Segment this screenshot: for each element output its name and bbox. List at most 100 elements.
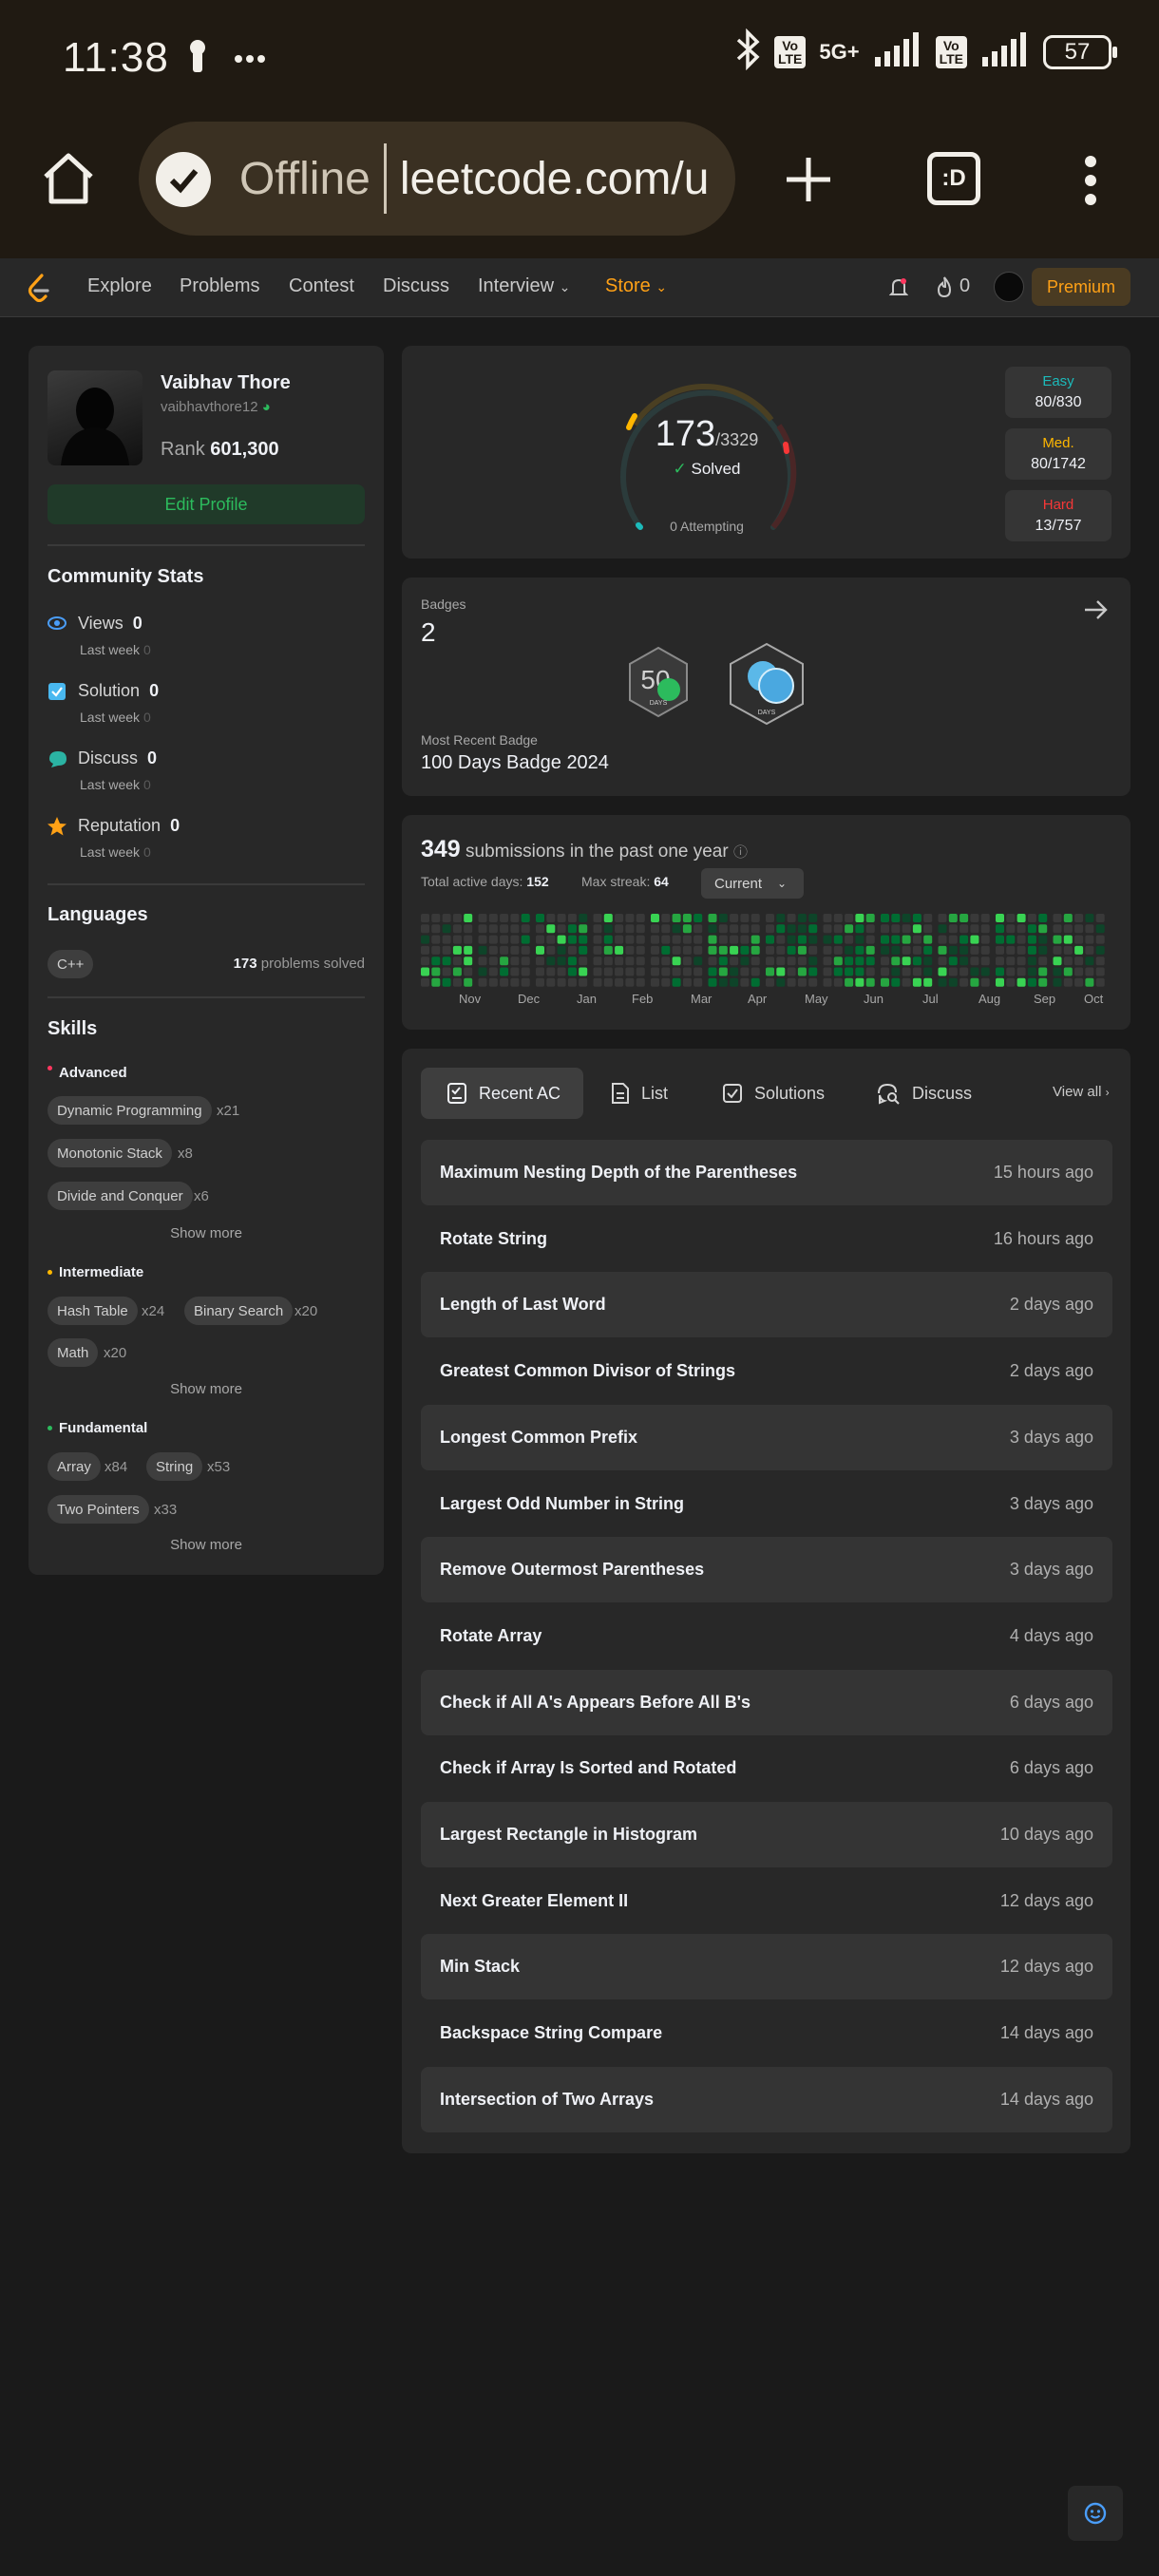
- tab-solutions[interactable]: Solutions: [722, 1068, 825, 1119]
- heatmap-cell: [845, 924, 854, 934]
- easy-label: Easy: [1042, 373, 1074, 389]
- avatar[interactable]: [994, 272, 1024, 302]
- heatmap-cell: [1063, 924, 1073, 934]
- skill-tag[interactable]: Dynamic Programming: [48, 1096, 212, 1125]
- heatmap-cell: [1074, 967, 1084, 976]
- skill-tag[interactable]: Hash Table: [48, 1297, 138, 1325]
- recent-ac-row[interactable]: Min Stack 12 days ago: [421, 1934, 1112, 2000]
- badge-50-sub: DAYS: [650, 700, 668, 707]
- difficulty-medium[interactable]: Med. 80/1742: [1005, 428, 1112, 480]
- skill-tag[interactable]: Array: [48, 1452, 101, 1481]
- menu-kebab-icon[interactable]: [1081, 154, 1100, 212]
- recent-ac-row[interactable]: Longest Common Prefix 3 days ago: [421, 1404, 1112, 1470]
- recent-ac-row[interactable]: Largest Rectangle in Histogram 10 days ag…: [421, 1802, 1112, 1867]
- feedback-button[interactable]: [1068, 2486, 1123, 2541]
- recent-ac-time: 15 hours ago: [993, 1163, 1093, 1182]
- heatmap-cell: [488, 914, 498, 922]
- edit-profile-button[interactable]: Edit Profile: [48, 484, 365, 524]
- recent-ac-row[interactable]: Next Greater Element II 12 days ago: [421, 1868, 1112, 1934]
- leetcode-logo-icon[interactable]: [27, 274, 51, 307]
- heatmap-cell: [996, 977, 1004, 987]
- view-all-link[interactable]: View all ›: [1053, 1084, 1110, 1100]
- badge-100-days-2024-icon[interactable]: DAYS: [727, 642, 807, 730]
- skill-tag[interactable]: Math: [48, 1338, 99, 1367]
- heatmap-cell: [672, 957, 681, 966]
- recent-ac-row[interactable]: Check if All A's Appears Before All B's 6…: [421, 1669, 1112, 1735]
- nav-explore[interactable]: Explore: [87, 275, 152, 297]
- badges-label: Badges: [421, 597, 466, 612]
- active-days: Total active days: 152: [421, 874, 549, 889]
- info-icon[interactable]: ⓘ: [733, 844, 748, 861]
- skill-tag[interactable]: Monotonic Stack: [48, 1139, 172, 1167]
- month-label: Jan: [577, 992, 597, 1006]
- notification-bell-icon[interactable]: [888, 277, 909, 303]
- stat-reputation-sub: Last week 0: [80, 844, 151, 860]
- stat-views: Views 0: [78, 614, 142, 634]
- recent-ac-row[interactable]: Check if Array Is Sorted and Rotated 6 da…: [421, 1735, 1112, 1801]
- show-more-intermediate[interactable]: Show more: [48, 1381, 365, 1397]
- heatmap-cell: [902, 914, 911, 922]
- show-more-fundamental[interactable]: Show more: [48, 1537, 365, 1553]
- year-select[interactable]: Current ⌄: [701, 868, 804, 899]
- streak-flame-icon[interactable]: [935, 275, 954, 303]
- heatmap-cell: [651, 935, 659, 944]
- nav-problems[interactable]: Problems: [180, 275, 259, 297]
- home-icon[interactable]: [40, 150, 97, 212]
- heatmap-cell: [996, 914, 1004, 922]
- tab-discuss[interactable]: Discuss: [876, 1068, 972, 1119]
- heatmap-cell: [593, 935, 602, 944]
- arrow-right-icon[interactable]: [1083, 597, 1110, 628]
- recent-ac-row[interactable]: Maximum Nesting Depth of the Parentheses…: [421, 1140, 1112, 1205]
- skill-tag[interactable]: Binary Search: [184, 1297, 294, 1325]
- medium-label: Med.: [1042, 435, 1074, 451]
- stat-solution-label: Solution: [78, 681, 141, 700]
- recent-ac-row[interactable]: Largest Odd Number in String 3 days ago: [421, 1471, 1112, 1537]
- badge-50-days-icon[interactable]: 50 DAYS: [627, 646, 690, 723]
- recent-ac-row[interactable]: Remove Outermost Parentheses 3 days ago: [421, 1537, 1112, 1603]
- heatmap-cell: [536, 924, 544, 934]
- heatmap-cell: [557, 924, 566, 934]
- heatmap-cell: [464, 935, 473, 944]
- address-bar[interactable]: Offline leetcode.com/u: [139, 122, 735, 236]
- new-tab-icon[interactable]: [785, 156, 832, 208]
- heatmap-cell: [488, 967, 498, 976]
- heatmap-cell: [948, 945, 958, 955]
- heatmap-cell: [808, 977, 818, 987]
- tab-list-label: List: [641, 1083, 669, 1103]
- recent-ac-row[interactable]: Length of Last Word 2 days ago: [421, 1272, 1112, 1338]
- heatmap-cell: [960, 957, 969, 966]
- heatmap-cell: [938, 914, 947, 922]
- language-tag[interactable]: C++: [48, 950, 94, 978]
- recent-ac-row[interactable]: Rotate String 16 hours ago: [421, 1206, 1112, 1272]
- recent-ac-row[interactable]: Intersection of Two Arrays 14 days ago: [421, 2066, 1112, 2132]
- heatmap-cell: [865, 967, 875, 976]
- heatmap-cell: [636, 967, 645, 976]
- heatmap-cell: [845, 957, 854, 966]
- tab-recent-ac[interactable]: Recent AC: [446, 1068, 560, 1119]
- url-text[interactable]: leetcode.com/u: [400, 153, 710, 205]
- recent-ac-row[interactable]: Rotate Array 4 days ago: [421, 1603, 1112, 1669]
- heatmap-cell: [776, 967, 786, 976]
- skill-tag[interactable]: String: [146, 1452, 203, 1481]
- stat-solution-sub: Last week 0: [80, 710, 151, 725]
- heatmap-cell: [603, 957, 613, 966]
- recent-ac-row[interactable]: Greatest Common Divisor of Strings 2 days…: [421, 1338, 1112, 1404]
- premium-button[interactable]: Premium: [1032, 268, 1130, 306]
- recent-ac-title: Length of Last Word: [440, 1295, 606, 1315]
- heatmap-cell: [1016, 967, 1026, 976]
- skill-tag[interactable]: Two Pointers: [48, 1495, 149, 1524]
- show-more-advanced[interactable]: Show more: [48, 1225, 365, 1241]
- tab-list[interactable]: List: [611, 1068, 668, 1119]
- difficulty-hard[interactable]: Hard 13/757: [1005, 490, 1112, 541]
- nav-store[interactable]: Store ⌄: [605, 275, 667, 297]
- nav-interview[interactable]: Interview ⌄: [478, 275, 570, 297]
- recent-ac-row[interactable]: Backspace String Compare 14 days ago: [421, 2000, 1112, 2066]
- heatmap-cell: [776, 914, 786, 922]
- heatmap-cell: [855, 967, 864, 976]
- nav-discuss[interactable]: Discuss: [383, 275, 449, 297]
- skill-tag[interactable]: Divide and Conquer: [48, 1182, 193, 1210]
- tab-switcher-button[interactable]: :D: [927, 152, 980, 205]
- nav-contest[interactable]: Contest: [289, 275, 354, 297]
- heatmap-cell: [500, 945, 509, 955]
- difficulty-easy[interactable]: Easy 80/830: [1005, 367, 1112, 418]
